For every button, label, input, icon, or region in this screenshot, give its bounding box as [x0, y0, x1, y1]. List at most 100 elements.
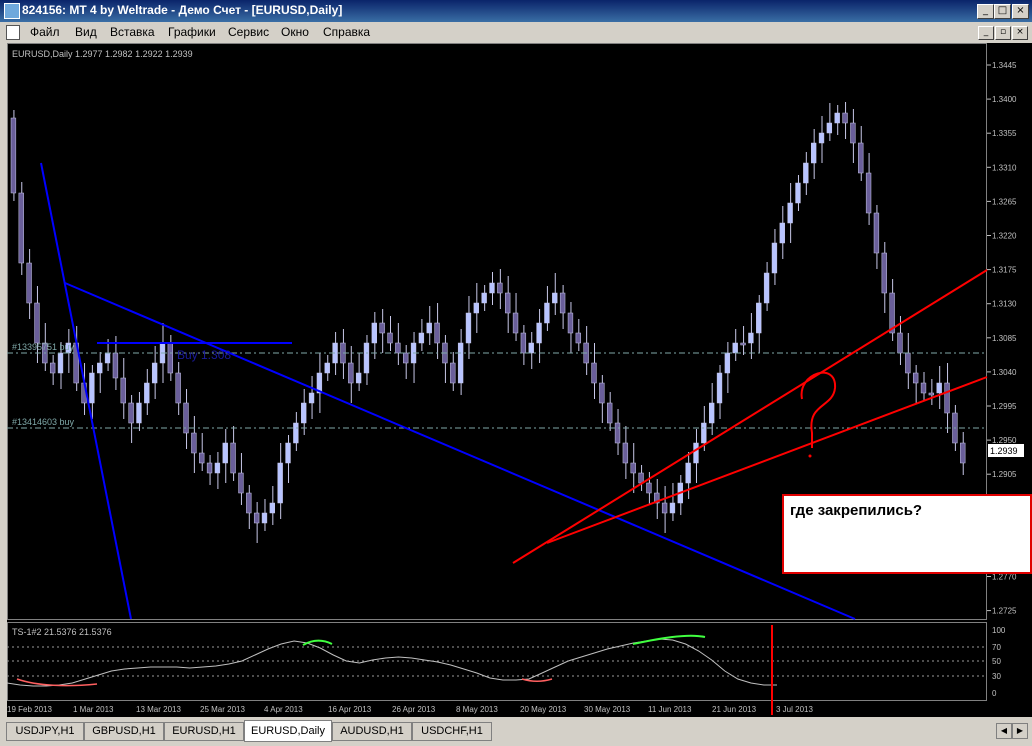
- menu-insert[interactable]: Вставка: [110, 25, 155, 39]
- candle-body: [520, 332, 527, 354]
- date-tick-label: 30 May 2013: [584, 705, 631, 714]
- candle-body: [191, 432, 197, 454]
- tab-scroll-left[interactable]: ◀: [996, 723, 1012, 739]
- candle-body: [669, 502, 676, 514]
- candle-body: [277, 462, 283, 504]
- menu-view[interactable]: Вид: [75, 25, 97, 39]
- menu-help[interactable]: Справка: [323, 25, 370, 39]
- date-tick-label: 1 Mar 2013: [73, 705, 114, 714]
- blue-trendline-main[interactable]: [64, 282, 856, 620]
- candle-body: [112, 352, 119, 379]
- date-tick-label: 8 May 2013: [456, 705, 498, 714]
- date-tick-label: 3 Jul 2013: [776, 705, 813, 714]
- candle-body: [175, 372, 181, 404]
- menu-charts[interactable]: Графики: [168, 25, 216, 39]
- candle-body: [591, 362, 597, 384]
- candle-body: [552, 292, 558, 304]
- mdi-minimize-button[interactable]: _: [978, 26, 994, 40]
- menu-tools[interactable]: Сервис: [228, 25, 269, 39]
- candle-body: [622, 442, 629, 464]
- question-mark-dot: [808, 454, 812, 458]
- blue-trendline-steep[interactable]: [40, 162, 132, 620]
- candle-body: [89, 372, 95, 404]
- tab-usdjpy-h1[interactable]: USDJPY,H1: [6, 722, 84, 741]
- mdi-restore-button[interactable]: ▫: [995, 26, 1011, 40]
- price-tick-label: 1.3175: [992, 266, 1017, 275]
- candle-body: [246, 492, 252, 514]
- candle-body: [771, 242, 778, 274]
- price-tick-label: 1.3130: [992, 300, 1017, 309]
- minimize-button[interactable]: _: [977, 4, 994, 19]
- candle-body: [418, 332, 425, 344]
- candle-body: [567, 312, 574, 334]
- candle-body: [512, 312, 519, 334]
- annotation-text: где закрепились?: [790, 502, 923, 519]
- candle-body: [826, 122, 833, 134]
- tab-eurusd-daily[interactable]: EURUSD,Daily: [244, 720, 332, 742]
- candle-body: [505, 292, 511, 314]
- tab-usdchf-h1[interactable]: USDCHF,H1: [412, 722, 492, 741]
- candle-body: [693, 442, 699, 464]
- candle-body: [348, 362, 354, 384]
- order-label-2: #13414603 buy: [12, 417, 75, 427]
- chart-window[interactable]: 1.3445 1.3400 1.3355 1.3310 1.3265 1.3220 1.31…: [6, 43, 1032, 717]
- candle-body: [324, 362, 330, 374]
- candle-body: [465, 312, 472, 344]
- candle-body: [371, 322, 377, 344]
- candle-body: [261, 512, 268, 524]
- indicator-level-label: 70: [992, 643, 1001, 652]
- maximize-button[interactable]: □: [994, 4, 1011, 19]
- tab-audusd-h1[interactable]: AUDUSD,H1: [332, 722, 412, 741]
- candle-body: [732, 342, 738, 354]
- candle-body: [238, 472, 244, 494]
- indicator-header: TS-1#2 21.5376 21.5376: [12, 627, 112, 637]
- price-tick-label: 1.2995: [992, 402, 1017, 411]
- indicator-level-label: 50: [992, 657, 1001, 666]
- candle-body: [363, 342, 370, 374]
- tab-gbpusd-h1[interactable]: GBPUSD,H1: [84, 722, 164, 741]
- candle-body: [293, 422, 299, 444]
- candle-body: [26, 262, 32, 304]
- candle-body: [387, 332, 393, 344]
- price-tick-label: 1.3265: [992, 197, 1017, 206]
- menu-window[interactable]: Окно: [281, 25, 309, 39]
- date-tick-label: 19 Feb 2013: [7, 705, 52, 714]
- close-button[interactable]: ×: [1012, 4, 1029, 19]
- indicator-line: [6, 638, 777, 687]
- mdi-close-button[interactable]: ×: [1012, 26, 1028, 40]
- menu-file[interactable]: Файл: [30, 25, 60, 39]
- candle-body: [842, 112, 848, 124]
- candle-body: [748, 332, 754, 344]
- candle-body: [630, 462, 636, 474]
- title-bar: 824156: MT 4 by Weltrade - Демо Счет - […: [0, 0, 1032, 22]
- window-title: 824156: MT 4 by Weltrade - Демо Счет - […: [22, 3, 343, 17]
- candle-body: [873, 212, 880, 254]
- candle-body: [536, 322, 542, 344]
- candle-body: [756, 302, 762, 334]
- candle-body: [222, 442, 228, 464]
- candle-body: [701, 422, 707, 444]
- tab-eurusd-h1[interactable]: EURUSD,H1: [164, 722, 244, 741]
- current-price-label: 1.2939: [990, 446, 1018, 456]
- tab-scroll-right[interactable]: ▶: [1012, 723, 1028, 739]
- candle-body: [120, 377, 126, 404]
- price-tick-label: 1.3085: [992, 334, 1017, 343]
- candle-body: [850, 122, 856, 144]
- indicator-level-label: 100: [992, 626, 1006, 635]
- candle-body: [457, 342, 464, 384]
- candle-body: [559, 292, 566, 314]
- candle-body: [10, 117, 17, 194]
- candle-body: [763, 272, 770, 304]
- candle-body: [269, 502, 275, 514]
- candle-body: [858, 142, 864, 174]
- candle-body: [607, 402, 613, 424]
- indicator-level-label: 0: [992, 689, 997, 698]
- candle-body: [34, 302, 40, 344]
- price-tick-label: 1.2950: [992, 436, 1017, 445]
- candle-body: [575, 332, 581, 344]
- menu-bar: Файл Вид Вставка Графики Сервис Окно Спр…: [0, 22, 1032, 42]
- candle-body: [57, 352, 64, 374]
- candle-body: [795, 182, 801, 204]
- candle-body: [803, 162, 809, 184]
- price-chart[interactable]: 1.3445 1.3400 1.3355 1.3310 1.3265 1.3220 1.31…: [6, 43, 1032, 717]
